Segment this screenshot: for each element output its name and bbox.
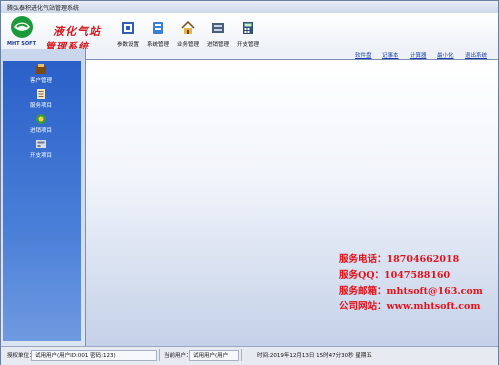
status-auth-value: 试用用户(用户ID:001 密码:123) <box>35 353 116 359</box>
status-user-value: 试用用户(用户 <box>193 353 229 359</box>
sidebar-item-label: 开支项目 <box>29 153 52 159</box>
settings-icon <box>122 22 134 34</box>
window-title: 腾弘泰积进化气站管理系统 <box>7 5 80 12</box>
slogan-line1: 液化气站 <box>53 25 101 38</box>
app-window: 腾弘泰积进化气站管理系统 MHT SOFT 液化气站 管理系统 参数设置 系统管… <box>0 0 499 365</box>
status-separator <box>159 349 160 361</box>
sidebar-item-label: 客户管理 <box>29 78 52 84</box>
sidebar-item-label: 进销项目 <box>29 128 52 134</box>
quick-links-bar: 软件盘 记事本 计算器 最小化 退出系统 <box>85 49 498 60</box>
contact-website: 公司网站：www.mhtsoft.com <box>339 301 481 312</box>
link-notepad[interactable]: 记事本 <box>382 51 399 59</box>
service-icon <box>37 89 45 99</box>
status-separator <box>241 349 242 361</box>
contact-email: 服务邮箱：mhtsoft@163.com <box>339 286 483 297</box>
link-minimize[interactable]: 最小化 <box>437 51 454 59</box>
toolbar-button-expense[interactable]: 开支管理 <box>231 21 265 49</box>
contact-phone: 服务电话：18704662018 <box>339 254 460 265</box>
sidebar-item-expenses[interactable]: 开支项目 <box>21 138 61 160</box>
system-icon <box>153 22 163 34</box>
link-calculator[interactable]: 计算器 <box>410 51 427 59</box>
status-user-label: 当前用户： <box>164 353 192 359</box>
sidebar-item-label: 服务项目 <box>29 103 52 109</box>
sidebar-panel: 客户管理 服务项目 进销项目 开支项目 <box>3 61 81 341</box>
link-soft-keyboard[interactable]: 软件盘 <box>355 51 372 59</box>
sales-icon <box>36 114 46 124</box>
inventory-icon <box>212 23 224 33</box>
sidebar-item-customers[interactable]: 客户管理 <box>21 63 61 85</box>
toolbar-label: 开支管理 <box>236 42 259 48</box>
sidebar-item-services[interactable]: 服务项目 <box>21 88 61 110</box>
status-bar: 授权单位： 试用用户(用户ID:001 密码:123) 当前用户： 试用用户(用… <box>1 346 498 365</box>
logo-text: MHT SOFT <box>7 41 36 47</box>
home-icon <box>181 21 195 34</box>
link-exit-system[interactable]: 退出系统 <box>465 51 487 59</box>
status-time: 时间:2019年12月13日 15时47分30秒 星期五 <box>257 353 372 359</box>
calculator-icon <box>243 22 253 34</box>
sidebar: 客户管理 服务项目 进销项目 开支项目 <box>1 49 86 346</box>
sidebar-item-sales[interactable]: 进销项目 <box>21 113 61 135</box>
contact-qq: 服务QQ：1047588160 <box>339 270 451 281</box>
customer-icon <box>36 64 46 74</box>
expense-icon <box>36 140 46 148</box>
